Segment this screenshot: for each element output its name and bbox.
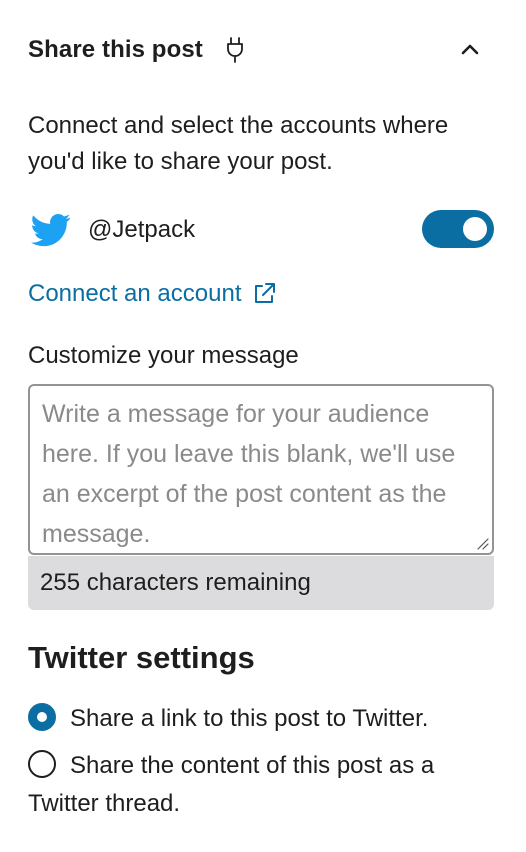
account-row-twitter: @Jetpack <box>28 206 498 254</box>
radio-option-share-link[interactable]: Share a link to this post to Twitter. <box>28 700 498 738</box>
panel-header[interactable]: Share this post <box>28 28 498 72</box>
intro-text: Connect and select the accounts where yo… <box>28 112 449 175</box>
account-toggle[interactable] <box>422 210 494 248</box>
connect-account-label: Connect an account <box>28 280 242 307</box>
account-handle: @Jetpack <box>88 216 196 243</box>
chevron-up-icon[interactable] <box>456 36 484 64</box>
radio-button-checked[interactable] <box>28 702 56 731</box>
external-link-icon <box>251 281 277 307</box>
message-placeholder: Write a message for your audience here. … <box>42 400 456 548</box>
connect-account-link[interactable]: Connect an account <box>28 280 277 308</box>
resize-handle-icon[interactable] <box>475 536 489 550</box>
share-post-panel: Share this post Connect and select the a… <box>0 0 526 852</box>
customize-label: Customize your message <box>28 342 299 369</box>
character-counter: 255 characters remaining <box>28 556 494 610</box>
radio-button[interactable] <box>28 749 56 778</box>
twitter-icon <box>28 210 74 250</box>
panel-title: Share this post <box>28 36 203 63</box>
radio-option-label: Share a link to this post to Twitter. <box>70 705 429 732</box>
toggle-knob <box>463 217 487 241</box>
radio-option-label: Share the content of this post as a Twit… <box>28 752 435 817</box>
plug-icon <box>225 37 245 63</box>
radio-option-share-thread[interactable]: Share the content of this post as a Twit… <box>28 747 498 823</box>
twitter-settings-heading: Twitter settings <box>28 640 255 675</box>
message-textarea[interactable]: Write a message for your audience here. … <box>28 384 494 555</box>
